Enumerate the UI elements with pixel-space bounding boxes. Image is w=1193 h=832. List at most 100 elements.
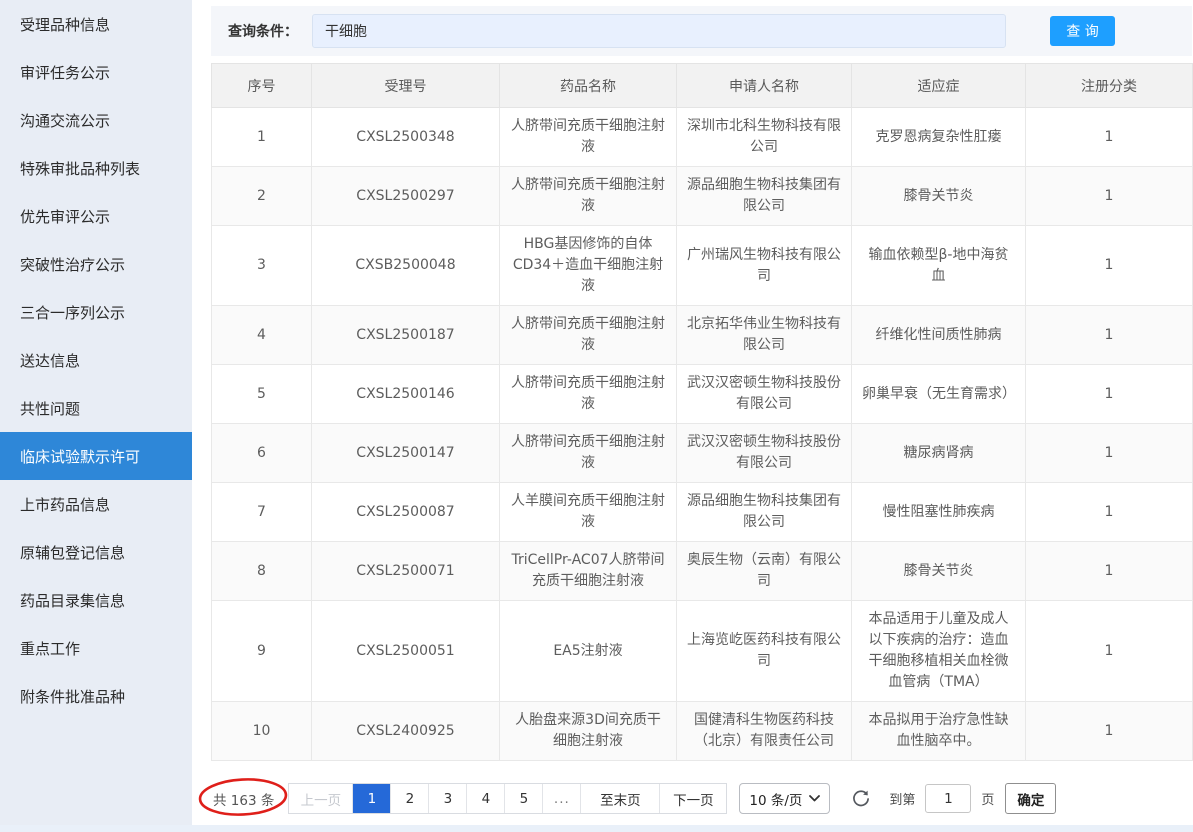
sidebar-item[interactable]: 突破性治疗公示	[0, 240, 192, 288]
last-page-button[interactable]: 至末页	[581, 784, 660, 813]
table-cell: 1	[1026, 108, 1193, 167]
page-button[interactable]: 2	[391, 784, 429, 813]
table-cell: 8	[212, 542, 312, 601]
sidebar-item[interactable]: 上市药品信息	[0, 480, 192, 528]
table-cell: 源品细胞生物科技集团有限公司	[677, 483, 852, 542]
table-cell: 人脐带间充质干细胞注射液	[500, 424, 677, 483]
search-button[interactable]: 查 询	[1050, 16, 1115, 46]
sidebar-item[interactable]: 药品目录集信息	[0, 576, 192, 624]
table-cell: 本品适用于儿童及成人以下疾病的治疗：造血干细胞移植相关血栓微血管病（TMA）	[852, 601, 1026, 702]
sidebar-item[interactable]: 原辅包登记信息	[0, 528, 192, 576]
sidebar: 受理品种信息审评任务公示沟通交流公示特殊审批品种列表优先审评公示突破性治疗公示三…	[0, 0, 192, 825]
table-cell: 上海览屹医药科技有限公司	[677, 601, 852, 702]
sidebar-item[interactable]: 共性问题	[0, 384, 192, 432]
table-row[interactable]: 1CXSL2500348人脐带间充质干细胞注射液深圳市北科生物科技有限公司克罗恩…	[212, 108, 1193, 167]
page-button[interactable]: 1	[353, 784, 391, 813]
page-button[interactable]: 4	[467, 784, 505, 813]
table-row[interactable]: 3CXSB2500048HBG基因修饰的自体CD34＋造血干细胞注射液广州瑞风生…	[212, 226, 1193, 306]
table-cell: CXSL2500297	[312, 167, 500, 226]
table-cell: 3	[212, 226, 312, 306]
table-cell: 1	[1026, 424, 1193, 483]
table-cell: 10	[212, 702, 312, 761]
table-cell: 9	[212, 601, 312, 702]
sidebar-item[interactable]: 重点工作	[0, 624, 192, 672]
table-cell: 纤维化性间质性肺病	[852, 306, 1026, 365]
pagination-bar: 共 163 条 上一页12345...至末页下一页 10 条/页 到第 页 确定	[211, 783, 1192, 814]
sidebar-item[interactable]: 送达信息	[0, 336, 192, 384]
table-cell: 2	[212, 167, 312, 226]
table-cell: EA5注射液	[500, 601, 677, 702]
sidebar-item[interactable]: 优先审评公示	[0, 192, 192, 240]
table-cell: 人胎盘来源3D间充质干细胞注射液	[500, 702, 677, 761]
refresh-button[interactable]	[851, 788, 873, 810]
sidebar-item[interactable]: 沟通交流公示	[0, 96, 192, 144]
column-header: 受理号	[312, 64, 500, 108]
sidebar-item[interactable]: 特殊审批品种列表	[0, 144, 192, 192]
page-size-value: 10 条/页	[749, 789, 802, 809]
table-cell: 人脐带间充质干细胞注射液	[500, 167, 677, 226]
page-size-select[interactable]: 10 条/页	[739, 783, 830, 814]
table-row[interactable]: 5CXSL2500146人脐带间充质干细胞注射液武汉汉密顿生物科技股份有限公司卵…	[212, 365, 1193, 424]
table-cell: CXSL2500146	[312, 365, 500, 424]
table-cell: 糖尿病肾病	[852, 424, 1026, 483]
refresh-icon	[851, 789, 871, 809]
table-cell: 7	[212, 483, 312, 542]
table-cell: 克罗恩病复杂性肛瘘	[852, 108, 1026, 167]
table-cell: 6	[212, 424, 312, 483]
red-circle-annotation	[196, 775, 290, 819]
goto-page-unit: 页	[981, 789, 994, 808]
table-row[interactable]: 10CXSL2400925人胎盘来源3D间充质干细胞注射液国健清科生物医药科技（…	[212, 702, 1193, 761]
column-header: 注册分类	[1026, 64, 1193, 108]
goto-page-label: 到第	[889, 789, 915, 808]
sidebar-item[interactable]: 三合一序列公示	[0, 288, 192, 336]
table-cell: 源品细胞生物科技集团有限公司	[677, 167, 852, 226]
table-cell: 深圳市北科生物科技有限公司	[677, 108, 852, 167]
table-cell: TriCellPr-AC07人脐带间充质干细胞注射液	[500, 542, 677, 601]
table-cell: CXSL2500051	[312, 601, 500, 702]
ellipsis-button[interactable]: ...	[543, 784, 581, 813]
table-cell: 1	[1026, 542, 1193, 601]
sidebar-item[interactable]: 审评任务公示	[0, 48, 192, 96]
table-cell: 4	[212, 306, 312, 365]
table-cell: 人脐带间充质干细胞注射液	[500, 365, 677, 424]
table-cell: CXSL2500071	[312, 542, 500, 601]
table-cell: CXSL2500187	[312, 306, 500, 365]
table-cell: 膝骨关节炎	[852, 542, 1026, 601]
table-cell: 武汉汉密顿生物科技股份有限公司	[677, 365, 852, 424]
goto-page-input[interactable]	[925, 784, 971, 813]
table-row[interactable]: 7CXSL2500087人羊膜间充质干细胞注射液源品细胞生物科技集团有限公司慢性…	[212, 483, 1193, 542]
table-row[interactable]: 2CXSL2500297人脐带间充质干细胞注射液源品细胞生物科技集团有限公司膝骨…	[212, 167, 1193, 226]
table-row[interactable]: 6CXSL2500147人脐带间充质干细胞注射液武汉汉密顿生物科技股份有限公司糖…	[212, 424, 1193, 483]
table-row[interactable]: 8CXSL2500071TriCellPr-AC07人脐带间充质干细胞注射液奥辰…	[212, 542, 1193, 601]
bottom-strip	[0, 825, 1193, 832]
next-page-button[interactable]: 下一页	[660, 784, 726, 813]
prev-page-button[interactable]: 上一页	[289, 784, 353, 813]
column-header: 药品名称	[500, 64, 677, 108]
page-button[interactable]: 5	[505, 784, 543, 813]
table-cell: CXSB2500048	[312, 226, 500, 306]
table-cell: 北京拓华伟业生物科技有限公司	[677, 306, 852, 365]
page-button[interactable]: 3	[429, 784, 467, 813]
table-row[interactable]: 9CXSL2500051EA5注射液上海览屹医药科技有限公司本品适用于儿童及成人…	[212, 601, 1193, 702]
sidebar-item[interactable]: 附条件批准品种	[0, 672, 192, 720]
confirm-button[interactable]: 确定	[1005, 783, 1056, 814]
main-content: 查询条件： 查 询 序号受理号药品名称申请人名称适应症注册分类 1CXSL250…	[192, 0, 1193, 825]
table-cell: 广州瑞风生物科技有限公司	[677, 226, 852, 306]
table-cell: 武汉汉密顿生物科技股份有限公司	[677, 424, 852, 483]
sidebar-item[interactable]: 受理品种信息	[0, 0, 192, 48]
table-cell: HBG基因修饰的自体CD34＋造血干细胞注射液	[500, 226, 677, 306]
sidebar-item[interactable]: 临床试验默示许可	[0, 432, 192, 480]
table-cell: CXSL2500147	[312, 424, 500, 483]
table-cell: 国健清科生物医药科技（北京）有限责任公司	[677, 702, 852, 761]
pager: 上一页12345...至末页下一页	[288, 783, 727, 814]
query-bar: 查询条件： 查 询	[211, 6, 1192, 56]
table-cell: 1	[1026, 167, 1193, 226]
table-cell: 1	[1026, 226, 1193, 306]
table-cell: 1	[212, 108, 312, 167]
table-cell: 本品拟用于治疗急性缺血性脑卒中。	[852, 702, 1026, 761]
search-input[interactable]	[312, 14, 1006, 48]
table-cell: 1	[1026, 365, 1193, 424]
table-row[interactable]: 4CXSL2500187人脐带间充质干细胞注射液北京拓华伟业生物科技有限公司纤维…	[212, 306, 1193, 365]
total-count: 共 163 条	[213, 789, 274, 809]
table-cell: 人脐带间充质干细胞注射液	[500, 108, 677, 167]
